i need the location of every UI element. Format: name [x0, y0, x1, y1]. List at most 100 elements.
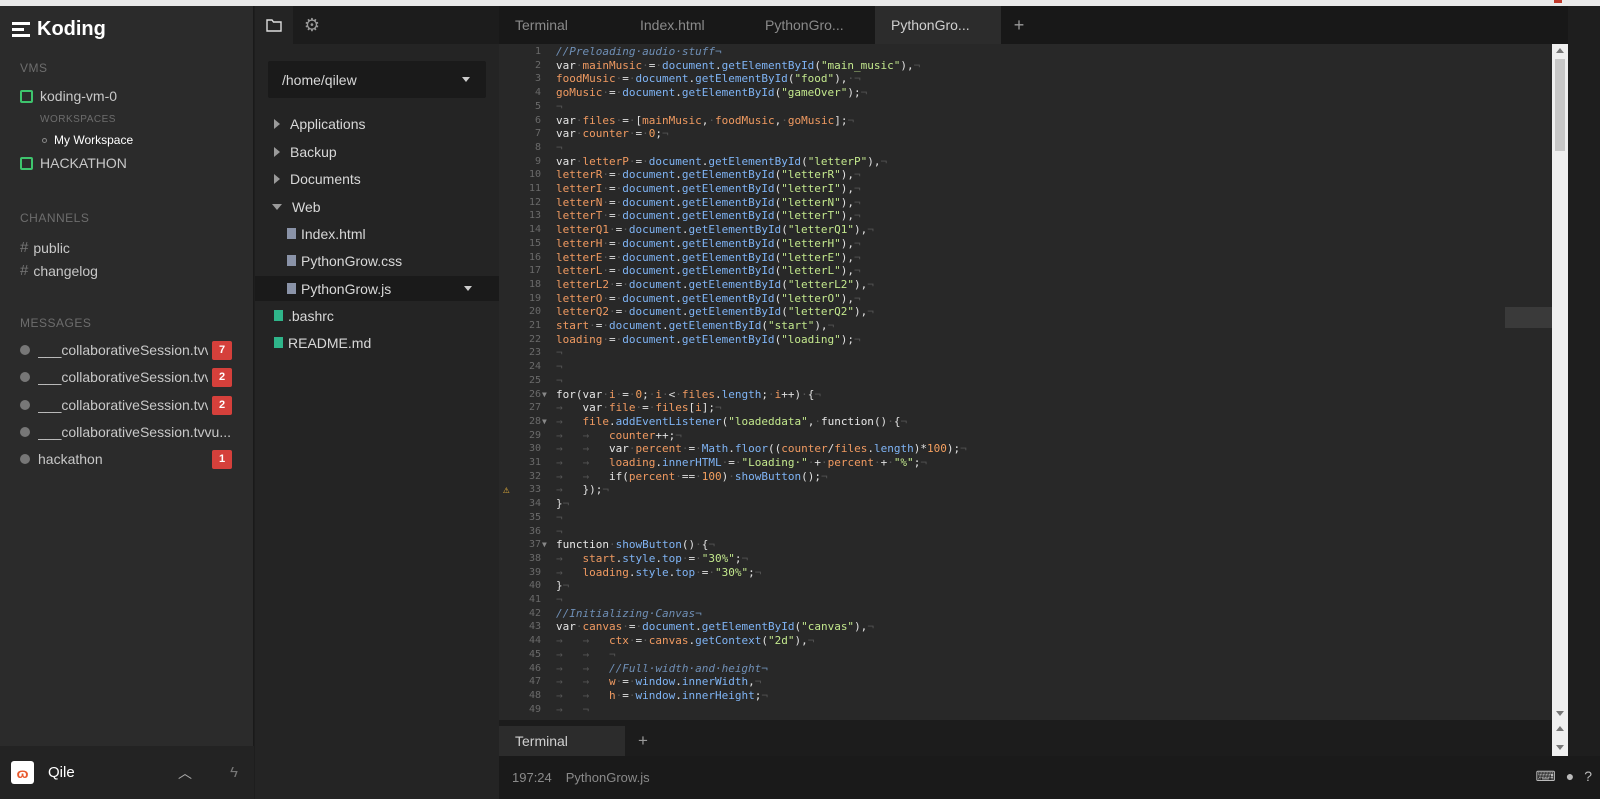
editor-scrollbar[interactable]: [1552, 44, 1568, 720]
keyboard-icon[interactable]: ⌨: [1536, 768, 1556, 785]
chevron-up-icon[interactable]: ︿: [178, 763, 192, 783]
tab-index-html[interactable]: Index.html: [624, 6, 749, 44]
fold-arrow-icon[interactable]: ▼: [542, 388, 547, 402]
code-line[interactable]: 10 letterR·=·document.getElementById("let…: [499, 168, 1549, 182]
folder-expanded-icon[interactable]: [272, 203, 282, 210]
scroll-down-icon[interactable]: [1556, 711, 1564, 716]
tree-item-file[interactable]: Index.html: [255, 221, 499, 246]
message-item[interactable]: ___collaborativeSession.tvvu... 2: [20, 395, 232, 415]
code-line[interactable]: 20 letterQ2·=·document.getElementById("le…: [499, 305, 1549, 319]
fold-arrow-icon[interactable]: ▼: [542, 415, 547, 429]
code-line[interactable]: 42 //Initializing·Canvas¬: [499, 607, 1549, 621]
tab-files[interactable]: [255, 6, 293, 44]
code-line[interactable]: 38 → start.style.top·=·"30%";¬: [499, 552, 1549, 566]
code-line[interactable]: 48 → → h·=·window.innerHeight;¬: [499, 689, 1549, 703]
code-line[interactable]: 33 ⚠ → });¬: [499, 483, 1549, 497]
terminal-scrollbar[interactable]: [1552, 720, 1568, 756]
tree-item-file[interactable]: .bashrc: [255, 303, 499, 328]
code-line[interactable]: 44 → → ctx·=·canvas.getContext("2d"),¬: [499, 634, 1549, 648]
code-line[interactable]: 43 var·canvas·=·document.getElementById("…: [499, 620, 1549, 634]
tree-item-folder[interactable]: Web: [255, 194, 499, 219]
code-line[interactable]: 6 var·files·=·[mainMusic,·foodMusic,·goMu…: [499, 114, 1549, 128]
code-line[interactable]: 28 ▼ → file.addEventListener("loadeddata",…: [499, 415, 1549, 429]
code-line[interactable]: 12 letterN·=·document.getElementById("let…: [499, 196, 1549, 210]
message-item[interactable]: ___collaborativeSession.tvvu... 7: [20, 340, 232, 360]
code-line[interactable]: 46 → → //Full·width·and·height¬: [499, 662, 1549, 676]
code-line[interactable]: 5 ¬: [499, 100, 1549, 114]
code-line[interactable]: 3 foodMusic·=·document.getElementById("fo…: [499, 72, 1549, 86]
code-line[interactable]: 7 var·counter·=·0;¬: [499, 127, 1549, 141]
code-line[interactable]: 32 → → if(percent·==·100)·showButton();¬: [499, 470, 1549, 484]
lightning-icon[interactable]: ϟ: [230, 764, 238, 781]
code-line[interactable]: 45 → → ¬: [499, 648, 1549, 662]
tab-pythongrow-js[interactable]: PythonGro...: [875, 6, 1001, 44]
settings-gear-icon[interactable]: ⚙: [293, 6, 331, 44]
workspace-item[interactable]: My Workspace: [42, 133, 133, 147]
tab-terminal-bottom[interactable]: Terminal: [499, 726, 625, 756]
message-item[interactable]: hackathon 1: [20, 449, 232, 469]
code-line[interactable]: 16 letterE·=·document.getElementById("let…: [499, 251, 1549, 265]
folder-collapsed-icon[interactable]: [274, 173, 280, 184]
tab-terminal[interactable]: Terminal: [499, 6, 624, 44]
caret-down-icon[interactable]: [464, 286, 472, 291]
github-icon[interactable]: ●: [1566, 768, 1574, 785]
code-line[interactable]: 1 //Preloading·audio·stuff¬: [499, 45, 1549, 59]
tree-item-folder[interactable]: Applications: [255, 111, 499, 136]
avatar[interactable]: ɷ: [11, 761, 34, 784]
vm-item[interactable]: HACKATHON: [20, 155, 127, 171]
channel-item-changelog[interactable]: # changelog: [20, 262, 98, 279]
folder-collapsed-icon[interactable]: [274, 118, 280, 129]
code-line[interactable]: 35 ¬: [499, 511, 1549, 525]
channel-item-public[interactable]: # public: [20, 239, 70, 256]
scrollbar-thumb[interactable]: [1555, 59, 1565, 151]
tree-item-file-selected[interactable]: PythonGrow.js: [255, 276, 499, 301]
code-line[interactable]: 9 var·letterP·=·document.getElementById("…: [499, 155, 1549, 169]
scroll-down-icon[interactable]: [1556, 745, 1564, 750]
message-item[interactable]: ___collaborativeSession.tvvu...: [20, 422, 232, 442]
add-terminal-button[interactable]: +: [631, 726, 655, 756]
tree-item-file[interactable]: PythonGrow.css: [255, 248, 499, 273]
tab-pythongrow-css[interactable]: PythonGro...: [749, 6, 875, 44]
code-line[interactable]: 2 var·mainMusic·=·document.getElementById…: [499, 59, 1549, 73]
add-tab-button[interactable]: +: [1004, 6, 1034, 44]
fold-arrow-icon[interactable]: ▼: [542, 538, 547, 552]
tree-item-file[interactable]: README.md: [255, 330, 499, 355]
folder-collapsed-icon[interactable]: [274, 146, 280, 157]
code-line[interactable]: 18 letterL2·=·document.getElementById("le…: [499, 278, 1549, 292]
code-line[interactable]: 4 goMusic·=·document.getElementById("game…: [499, 86, 1549, 100]
code-line[interactable]: 49 → ¬: [499, 703, 1549, 717]
tree-item-folder[interactable]: Backup: [255, 139, 499, 164]
code-line[interactable]: 37 ▼ function·showButton()·{¬: [499, 538, 1549, 552]
code-line[interactable]: 47 → → w·=·window.innerWidth,¬: [499, 675, 1549, 689]
code-line[interactable]: 13 letterT·=·document.getElementById("let…: [499, 209, 1549, 223]
code-line[interactable]: 34}¬: [499, 497, 1549, 511]
code-line[interactable]: 25 ¬: [499, 374, 1549, 388]
code-line[interactable]: 19 letterO·=·document.getElementById("let…: [499, 292, 1549, 306]
scroll-up-icon[interactable]: [1556, 726, 1564, 731]
vm-item[interactable]: koding-vm-0: [20, 88, 117, 104]
code-line[interactable]: 17 letterL·=·document.getElementById("let…: [499, 264, 1549, 278]
tree-item-folder[interactable]: Documents: [255, 166, 499, 191]
code-line[interactable]: 26 ▼ for(var·i·=·0;·i·<·files.length;·i++)…: [499, 388, 1549, 402]
code-line[interactable]: 15 letterH·=·document.getElementById("let…: [499, 237, 1549, 251]
code-line[interactable]: 11 letterI·=·document.getElementById("let…: [499, 182, 1549, 196]
code-line[interactable]: 24 ¬: [499, 360, 1549, 374]
path-selector[interactable]: /home/qilew: [268, 61, 486, 98]
help-icon[interactable]: ?: [1584, 768, 1592, 785]
code-line[interactable]: 21 start·=·document.getElementById("start…: [499, 319, 1549, 333]
code-line[interactable]: 22 loading·=·document.getElementById("loa…: [499, 333, 1549, 347]
warning-icon[interactable]: ⚠: [503, 483, 510, 497]
code-editor[interactable]: 1 //Preloading·audio·stuff¬ 2 var·mainMusic…: [499, 44, 1586, 720]
code-line[interactable]: 36 ¬: [499, 525, 1549, 539]
code-line[interactable]: 29 → → counter++;¬: [499, 429, 1549, 443]
code-line[interactable]: 23 ¬: [499, 346, 1549, 360]
code-line[interactable]: 31 → → loading.innerHTML·=·"Loading·"·+·p…: [499, 456, 1549, 470]
code-line[interactable]: 14 letterQ1·=·document.getElementById("le…: [499, 223, 1549, 237]
code-line[interactable]: 30 → → var·percent·=·Math.floor((counter/…: [499, 442, 1549, 456]
user-name[interactable]: Qile: [48, 764, 178, 781]
code-line[interactable]: 8 ¬: [499, 141, 1549, 155]
code-line[interactable]: 41 ¬: [499, 593, 1549, 607]
code-line[interactable]: 39 → loading.style.top·=·"30%";¬: [499, 566, 1549, 580]
app-logo[interactable]: Koding: [12, 14, 106, 44]
code-line[interactable]: 27 → var·file·=·files[i];¬: [499, 401, 1549, 415]
